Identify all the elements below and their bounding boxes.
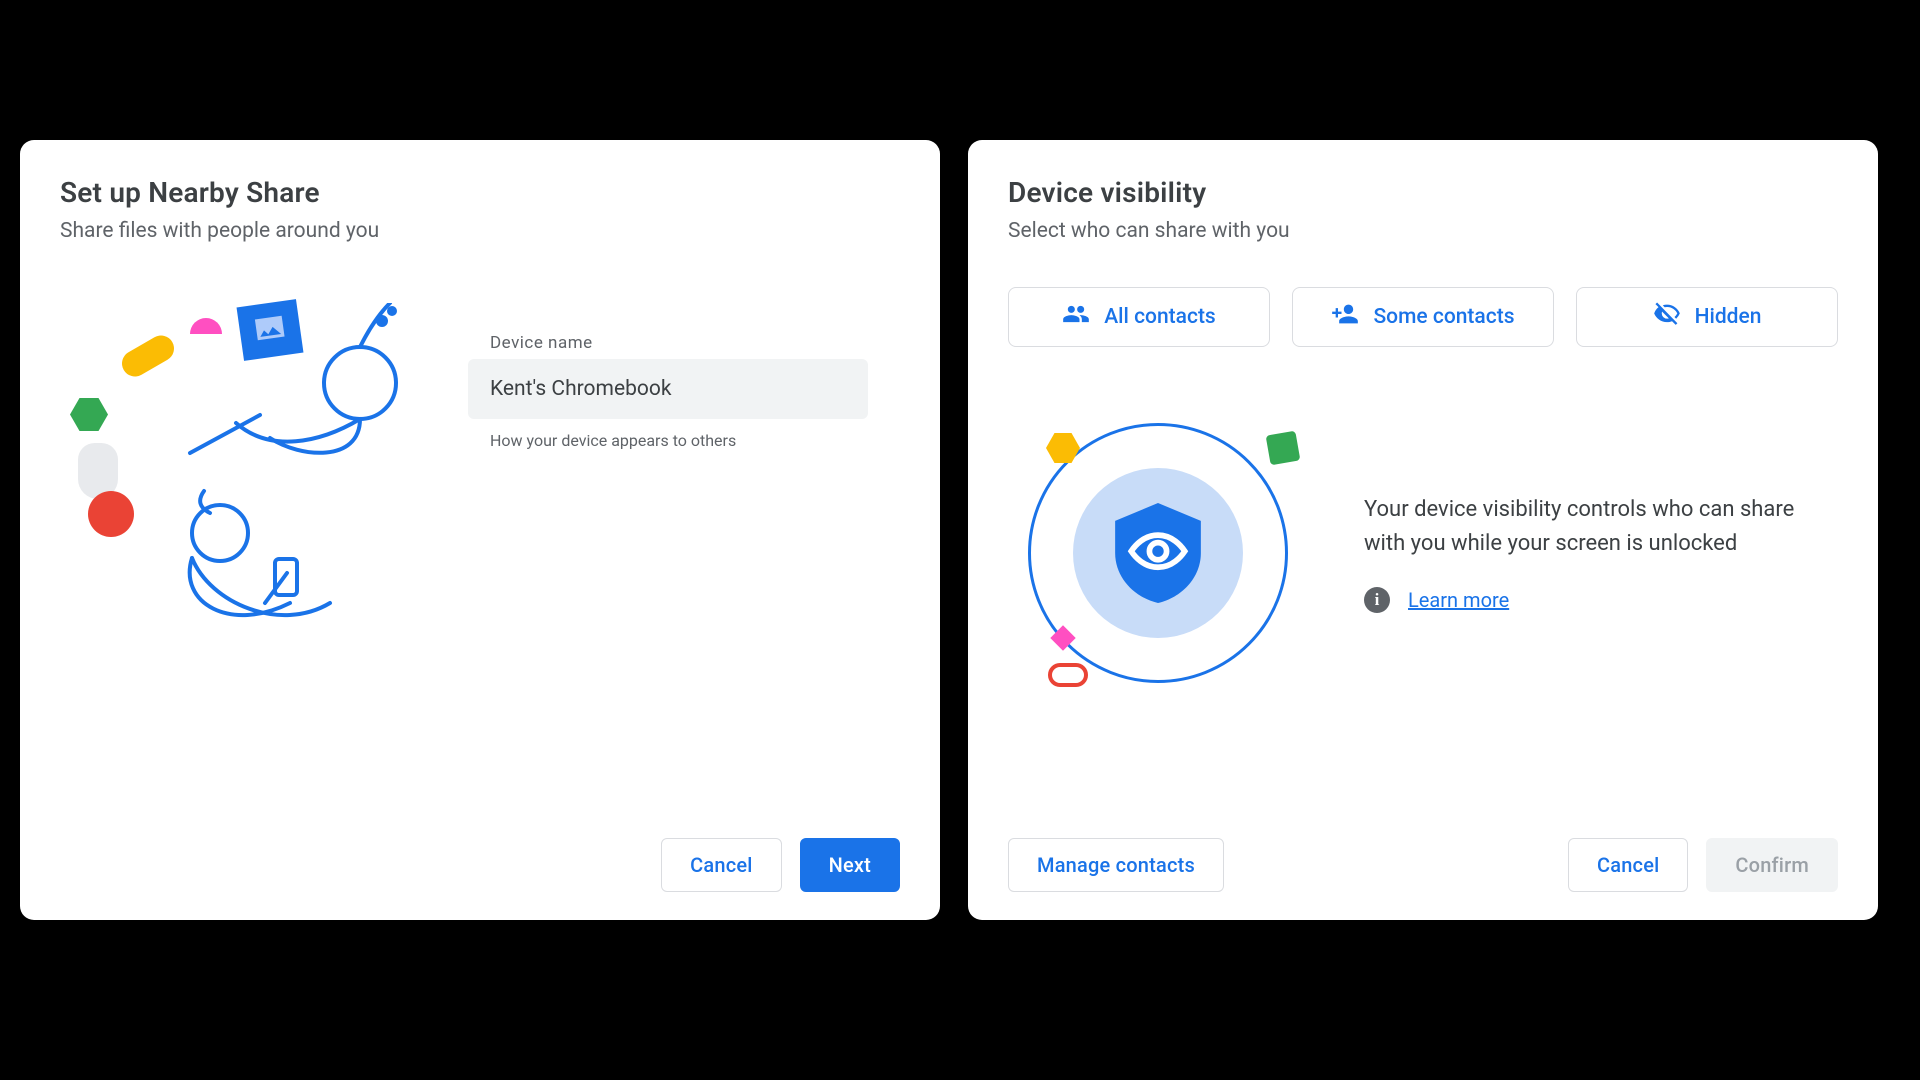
- visibility-off-icon: [1653, 300, 1681, 334]
- info-icon: i: [1364, 587, 1390, 613]
- device-name-label: Device name: [468, 333, 900, 353]
- next-button[interactable]: Next: [800, 838, 900, 892]
- contacts-plus-icon: [1331, 300, 1359, 334]
- setup-illustration: [60, 303, 440, 673]
- visibility-description: Your device visibility controls who can …: [1364, 493, 1838, 561]
- learn-more-link[interactable]: Learn more: [1408, 588, 1509, 612]
- visibility-option-label: All contacts: [1104, 305, 1216, 329]
- manage-contacts-button[interactable]: Manage contacts: [1008, 838, 1224, 892]
- visibility-option-some[interactable]: Some contacts: [1292, 287, 1554, 347]
- cancel-button[interactable]: Cancel: [1568, 838, 1688, 892]
- visibility-option-label: Some contacts: [1373, 305, 1514, 329]
- device-visibility-card: Device visibility Select who can share w…: [968, 140, 1878, 920]
- setup-subtitle: Share files with people around you: [60, 219, 900, 243]
- visibility-title: Device visibility: [1008, 176, 1838, 209]
- visibility-option-label: Hidden: [1695, 305, 1762, 329]
- shield-eye-icon: [1114, 503, 1202, 603]
- visibility-option-hidden[interactable]: Hidden: [1576, 287, 1838, 347]
- setup-title: Set up Nearby Share: [60, 176, 900, 209]
- cancel-button[interactable]: Cancel: [661, 838, 781, 892]
- visibility-subtitle: Select who can share with you: [1008, 219, 1838, 243]
- visibility-illustration: [1008, 403, 1308, 703]
- confirm-button[interactable]: Confirm: [1706, 838, 1838, 892]
- setup-nearby-share-card: Set up Nearby Share Share files with peo…: [20, 140, 940, 920]
- device-name-help: How your device appears to others: [468, 431, 900, 450]
- visibility-option-all[interactable]: All contacts: [1008, 287, 1270, 347]
- device-name-input[interactable]: [468, 359, 868, 419]
- contacts-icon: [1062, 300, 1090, 334]
